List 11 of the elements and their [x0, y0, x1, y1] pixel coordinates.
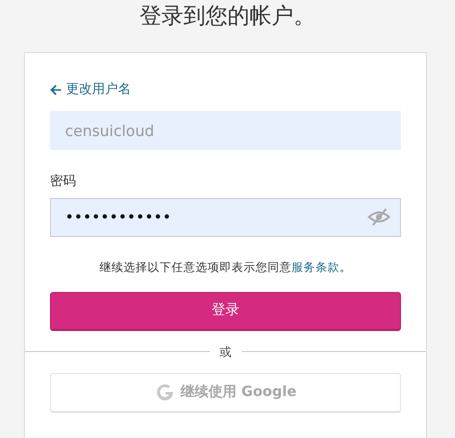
terms-text: 继续选择以下任意选项即表示您同意服务条款。 — [98, 258, 352, 276]
divider-label: 或 — [218, 344, 232, 361]
login-button[interactable]: 登录 — [50, 292, 401, 331]
google-logo-icon — [154, 382, 175, 402]
change-username-link[interactable]: 更改用户名 — [50, 80, 131, 100]
back-arrow-icon — [50, 84, 62, 96]
password-field[interactable]: •••••••••••• — [50, 198, 401, 236]
eye-slash-icon[interactable] — [367, 208, 391, 226]
password-label: 密码 — [50, 173, 77, 191]
page-title: 登录到您的帐户。 — [138, 3, 316, 31]
terms-of-service-link[interactable]: 服务条款 — [292, 260, 340, 274]
